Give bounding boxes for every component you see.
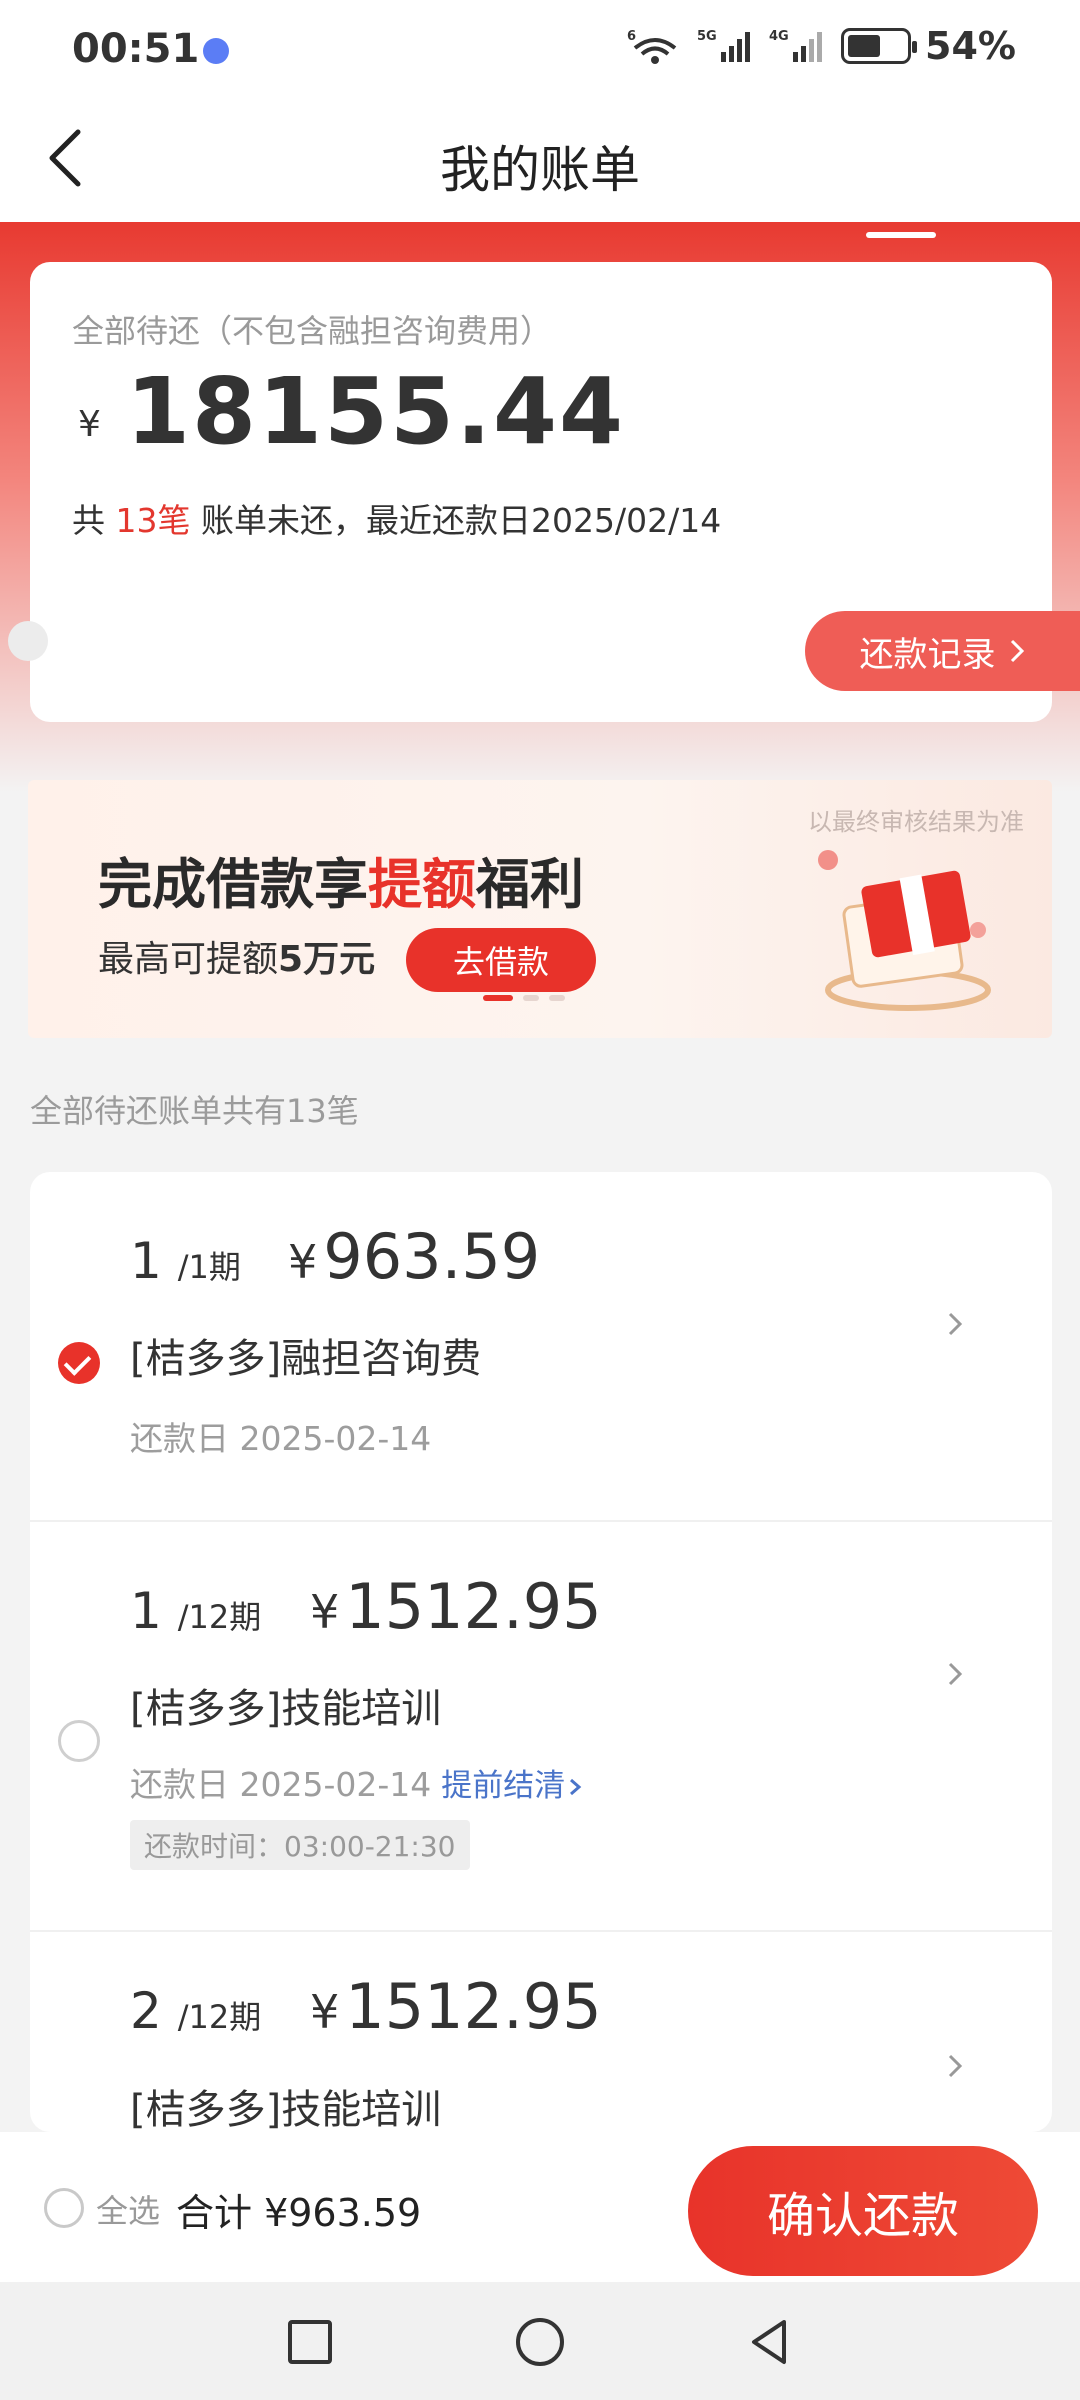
bill-count: 13笔 [115,501,191,540]
status-icons: 6 5G 4G 54% [625,24,1016,68]
repayment-record-label: 还款记录 [859,634,996,675]
decorative-circle [8,621,48,661]
confirm-repay-button[interactable]: 确认还款 [688,2146,1038,2276]
hero-tab-indicator [866,232,936,238]
bill-period-total: /12期 [177,1598,262,1636]
signal-4g-label: 4G [769,29,789,44]
banner-title: 完成借款享提额福利 [98,840,584,919]
page-title: 我的账单 [440,141,640,199]
pagination-dot [549,995,565,1001]
bill-currency: ¥ [288,1235,318,1289]
bill-due-date: 还款日 2025-02-14 提前结清 [130,1758,585,1806]
selected-total: 合计 ¥963.59 [176,2191,422,2235]
signal-5g-label: 5G [697,29,717,44]
chevron-right-icon [1010,639,1024,663]
select-all-label[interactable]: 全选 [96,2186,160,2232]
bill-period: 2 /12期 [130,1982,261,2040]
chevron-right-icon[interactable] [940,2048,970,2084]
bill-name: [桔多多]技能培训 [130,1686,442,1732]
chevron-right-icon[interactable] [940,1656,970,1692]
home-circle-icon[interactable] [510,2312,570,2372]
back-triangle-icon[interactable] [740,2312,800,2372]
bill-checkbox[interactable] [58,1720,100,1762]
bill-period-number: 1 [130,1582,162,1640]
bill-period-number: 2 [130,1982,162,2040]
banner-title-part2: 福利 [476,853,584,916]
bill-checkbox-checked[interactable] [58,1342,100,1384]
wifi-label: 6 [627,29,636,44]
battery-percent: 54% [925,24,1016,68]
bill-amount-value: 963.59 [323,1220,541,1293]
list-caption: 全部待还账单共有13笔 [30,1092,359,1130]
chevron-right-icon[interactable] [940,1306,970,1342]
summary-info-prefix: 共 [72,501,116,540]
pagination-dot-active [483,995,513,1001]
wifi-icon: 6 [627,29,677,64]
banner-sub-prefix: 最高可提额 [98,939,279,980]
banner-subtitle: 最高可提额5万元 [98,930,375,982]
summary-info: 共 13笔 账单未还，最近还款日2025/02/14 [72,494,721,542]
banner-pagination [483,995,565,1001]
chevron-right-icon [570,1778,582,1795]
bill-name: [桔多多]技能培训 [130,2087,442,2132]
bill-row[interactable]: 2 /12期 ¥1512.95 [桔多多]技能培训 [30,1932,1052,2132]
early-payoff-link[interactable]: 提前结清 [441,1768,565,1804]
promo-banner[interactable]: 以最终审核结果为准 完成借款享提额福利 最高可提额5万元 去借款 [28,780,1052,1038]
bill-amount-value: 1512.95 [345,1970,602,2043]
bill-period-total: /12期 [177,1998,262,2036]
pagination-dot [523,995,539,1001]
summary-info-suffix: 账单未还，最近还款日2025/02/14 [190,501,722,540]
bill-amount-value: 1512.95 [345,1570,602,1643]
bill-row[interactable]: 1 /1期 ¥963.59 [桔多多]融担咨询费 还款日 2025-02-14 [30,1172,1052,1522]
recents-square-icon[interactable] [280,2312,340,2372]
repayment-record-button[interactable]: 还款记录 [805,611,1080,691]
total-amount: 18155.44 [126,358,626,465]
bill-due-date: 还款日 2025-02-14 [130,1419,432,1458]
navigation-bar: 我的账单 [0,100,1080,222]
select-all-checkbox[interactable] [44,2188,84,2228]
borrow-button[interactable]: 去借款 [406,928,596,992]
bill-due-date-text: 还款日 2025-02-14 [130,1765,432,1804]
signal-4g-icon: 4G [769,29,823,62]
currency-symbol: ¥ [78,404,101,445]
bill-amount: ¥963.59 [288,1220,540,1293]
bill-period: 1 /12期 [130,1582,261,1640]
checkout-bar: 全选 合计 ¥963.59 确认还款 [0,2132,1080,2282]
summary-subtitle: 全部待还（不包含融担咨询费用） [72,312,553,350]
pay-time-badge: 还款时间：03:00-21:30 [130,1820,470,1870]
signal-5g-icon: 5G [697,29,751,62]
bill-name: [桔多多]融担咨询费 [130,1336,482,1382]
status-time: 00:51 [72,26,200,72]
banner-title-part1: 完成借款享 [98,853,368,916]
battery-icon [841,28,918,64]
bill-period: 1 /1期 [130,1232,241,1290]
bill-currency: ¥ [310,1585,340,1639]
bill-amount: ¥1512.95 [310,1570,602,1643]
bill-period-total: /1期 [177,1248,241,1286]
bill-currency: ¥ [310,1985,340,2039]
bill-row[interactable]: 1 /12期 ¥1512.95 [桔多多]技能培训 还款日 2025-02-14… [30,1522,1052,1932]
bill-period-number: 1 [130,1232,162,1290]
money-gift-icon [818,850,991,1011]
system-navigation-bar [0,2282,1080,2400]
banner-title-highlight: 提额 [368,853,476,916]
status-bar: 00:51 6 5G 4G 54% [0,0,1080,100]
bill-amount: ¥1512.95 [310,1970,602,2043]
bill-list: 1 /1期 ¥963.59 [桔多多]融担咨询费 还款日 2025-02-14 … [30,1172,1052,2132]
banner-sub-amount: 5万元 [278,939,376,980]
notification-dot-icon [203,38,229,64]
